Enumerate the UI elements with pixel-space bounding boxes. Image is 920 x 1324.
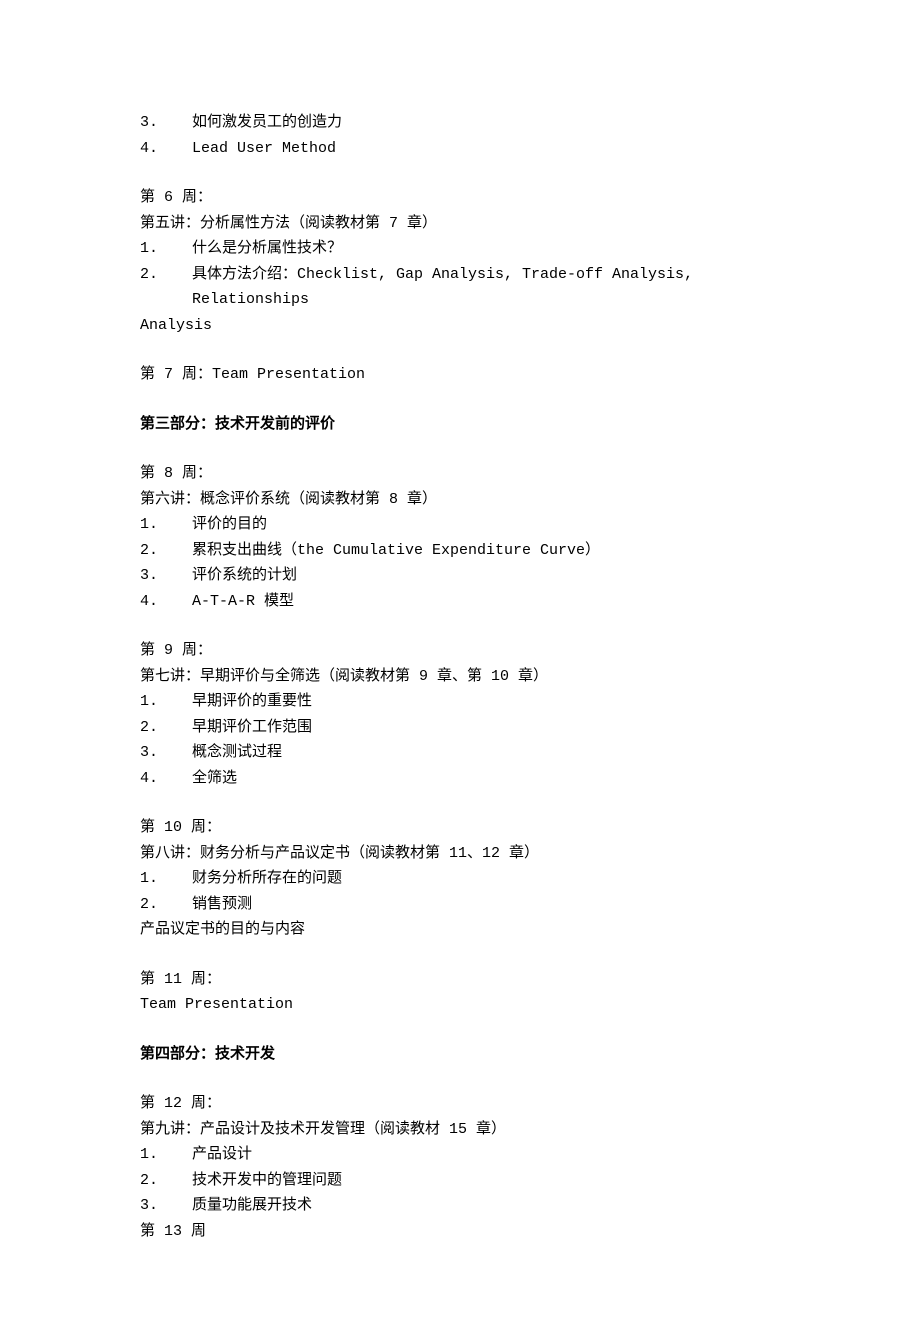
list-item: 1. 评价的目的 xyxy=(140,512,780,538)
list-number: 2. xyxy=(140,892,192,918)
list-text: 概念测试过程 xyxy=(192,740,282,766)
week-heading: 第 9 周： xyxy=(140,638,780,664)
list-number: 3. xyxy=(140,563,192,589)
list-item: 3. 质量功能展开技术 xyxy=(140,1193,780,1219)
week-heading: 第 11 周： xyxy=(140,967,780,993)
list-text: 如何激发员工的创造力 xyxy=(192,110,342,136)
lecture-title: 第九讲：产品设计及技术开发管理（阅读教材 15 章） xyxy=(140,1117,780,1143)
week-heading: 第 12 周： xyxy=(140,1091,780,1117)
list-item: 1. 早期评价的重要性 xyxy=(140,689,780,715)
list-number: 4. xyxy=(140,136,192,162)
week-heading: 第 7 周：Team Presentation xyxy=(140,362,780,388)
list-item: 3. 概念测试过程 xyxy=(140,740,780,766)
list-text: 全筛选 xyxy=(192,766,237,792)
week-heading: 第 13 周 xyxy=(140,1219,780,1245)
list-item: 1. 财务分析所存在的问题 xyxy=(140,866,780,892)
list-item: 4. 全筛选 xyxy=(140,766,780,792)
list-number: 1. xyxy=(140,236,192,262)
list-text: 早期评价的重要性 xyxy=(192,689,312,715)
list-item: 3. 如何激发员工的创造力 xyxy=(140,110,780,136)
lecture-title: 第七讲：早期评价与全筛选（阅读教材第 9 章、第 10 章） xyxy=(140,664,780,690)
continuation-text: Analysis xyxy=(140,313,780,339)
list-number: 4. xyxy=(140,766,192,792)
week-heading: 第 10 周： xyxy=(140,815,780,841)
lecture-title: 第八讲：财务分析与产品议定书（阅读教材第 11、12 章） xyxy=(140,841,780,867)
list-text: 累积支出曲线（the Cumulative Expenditure Curve） xyxy=(192,538,600,564)
list-text: 评价的目的 xyxy=(192,512,267,538)
list-number: 4. xyxy=(140,589,192,615)
list-text: 具体方法介绍：Checklist, Gap Analysis, Trade-of… xyxy=(192,262,780,313)
list-item: 2. 具体方法介绍：Checklist, Gap Analysis, Trade… xyxy=(140,262,780,313)
lecture-title: 第五讲：分析属性方法（阅读教材第 7 章） xyxy=(140,211,780,237)
list-number: 2. xyxy=(140,715,192,741)
list-number: 1. xyxy=(140,512,192,538)
list-item: 3. 评价系统的计划 xyxy=(140,563,780,589)
list-text: 财务分析所存在的问题 xyxy=(192,866,342,892)
list-item: 2. 累积支出曲线（the Cumulative Expenditure Cur… xyxy=(140,538,780,564)
list-number: 2. xyxy=(140,1168,192,1194)
list-item: 4. Lead User Method xyxy=(140,136,780,162)
list-text: 质量功能展开技术 xyxy=(192,1193,312,1219)
list-item: 2. 销售预测 xyxy=(140,892,780,918)
lecture-title: 第六讲：概念评价系统（阅读教材第 8 章） xyxy=(140,487,780,513)
section-title: 第四部分：技术开发 xyxy=(140,1042,780,1068)
list-number: 1. xyxy=(140,689,192,715)
list-text: 产品设计 xyxy=(192,1142,252,1168)
list-number: 1. xyxy=(140,1142,192,1168)
body-text: 产品议定书的目的与内容 xyxy=(140,917,780,943)
list-text: 销售预测 xyxy=(192,892,252,918)
list-text: 什么是分析属性技术？ xyxy=(192,236,342,262)
list-number: 3. xyxy=(140,110,192,136)
list-number: 3. xyxy=(140,740,192,766)
list-item: 4. A-T-A-R 模型 xyxy=(140,589,780,615)
list-item: 2. 早期评价工作范围 xyxy=(140,715,780,741)
list-number: 3. xyxy=(140,1193,192,1219)
list-text: 技术开发中的管理问题 xyxy=(192,1168,342,1194)
section-title: 第三部分：技术开发前的评价 xyxy=(140,412,780,438)
list-number: 2. xyxy=(140,262,192,313)
list-text: 早期评价工作范围 xyxy=(192,715,312,741)
list-item: 1. 什么是分析属性技术？ xyxy=(140,236,780,262)
list-item: 1. 产品设计 xyxy=(140,1142,780,1168)
list-text: A-T-A-R 模型 xyxy=(192,589,294,615)
week-heading: 第 6 周： xyxy=(140,185,780,211)
list-number: 2. xyxy=(140,538,192,564)
list-text: 评价系统的计划 xyxy=(192,563,297,589)
list-text: Lead User Method xyxy=(192,136,336,162)
week-heading: 第 8 周： xyxy=(140,461,780,487)
body-text: Team Presentation xyxy=(140,992,780,1018)
list-number: 1. xyxy=(140,866,192,892)
list-item: 2. 技术开发中的管理问题 xyxy=(140,1168,780,1194)
